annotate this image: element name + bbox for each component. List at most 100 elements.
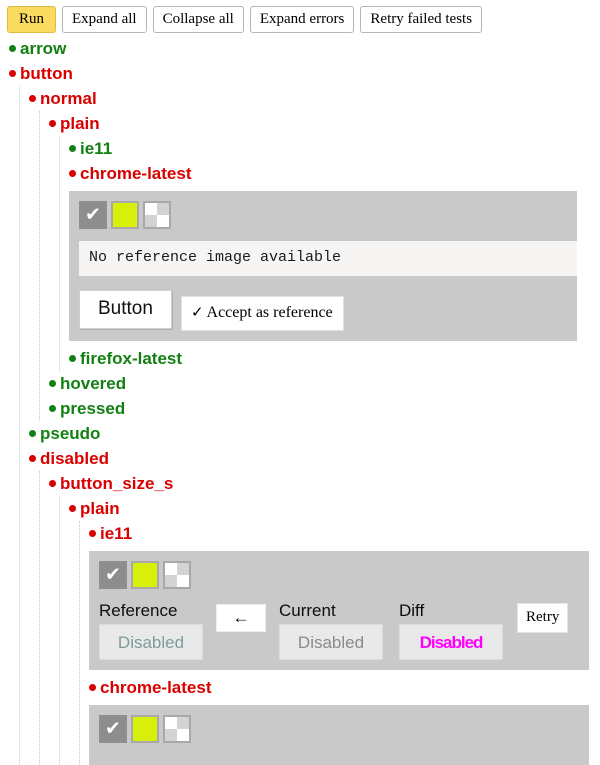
diff-column: Diff Disabled	[399, 601, 503, 660]
tree-node-firefox-latest: firefox-latest	[60, 346, 600, 371]
tree-item-label: plain	[80, 499, 120, 518]
tree-item-plain-2[interactable]: plain	[60, 496, 600, 521]
check-icon: ✔	[105, 564, 121, 586]
tree-item-hovered[interactable]: hovered	[40, 371, 600, 396]
tree-item-chrome-latest-2[interactable]: chrome-latest	[80, 675, 600, 700]
children-of-button: normal plain ie11 chrome-latest ✔ No ref…	[19, 86, 600, 765]
view-mode-toggle-group: ✔	[79, 201, 577, 229]
tree-node-ie11: ie11	[60, 136, 600, 161]
show-current-mode-button[interactable]	[131, 561, 159, 589]
tree-item-chrome-latest[interactable]: chrome-latest	[60, 161, 600, 186]
status-dot-pass-icon	[9, 45, 16, 53]
status-dot-fail-icon	[49, 120, 56, 128]
show-current-mode-button[interactable]	[111, 201, 139, 229]
expand-errors-button[interactable]: Expand errors	[249, 6, 355, 33]
show-reference-mode-button[interactable]: ✔	[99, 715, 127, 743]
comparison-row: Reference Disabled ← Current Disabled Di…	[99, 601, 589, 660]
view-mode-toggle-group: ✔	[99, 561, 589, 589]
tree-item-plain[interactable]: plain	[40, 111, 600, 136]
tree-item-pseudo[interactable]: pseudo	[20, 421, 600, 446]
copy-current-to-reference-button[interactable]: ←	[216, 604, 266, 632]
tree-item-button-size-s[interactable]: button_size_s	[40, 471, 600, 496]
diff-heading: Diff	[399, 601, 425, 620]
children-of-button-size-s: plain ie11 ✔ Reference Disabled ← Curren…	[59, 496, 600, 765]
children-of-disabled: button_size_s plain ie11 ✔ Reference Dis…	[39, 471, 600, 765]
retry-failed-tests-button[interactable]: Retry failed tests	[360, 6, 483, 33]
status-dot-fail-icon	[69, 505, 76, 513]
children-of-plain-2: ie11 ✔ Reference Disabled ← Current Disa…	[79, 521, 600, 765]
accept-as-reference-button[interactable]: ✓ Accept as reference	[180, 296, 344, 331]
tree-item-ie11[interactable]: ie11	[60, 136, 600, 161]
reference-heading: Reference	[99, 601, 178, 620]
show-diff-mode-button[interactable]	[163, 561, 191, 589]
status-dot-pass-icon	[29, 430, 36, 438]
check-icon: ✔	[105, 718, 121, 740]
arrow-left-icon: ←	[232, 608, 250, 627]
toolbar: Run Expand all Collapse all Expand error…	[0, 0, 600, 36]
tree-node-button-size-s: button_size_s plain ie11 ✔ Reference Dis…	[40, 471, 600, 765]
diff-image: Disabled	[399, 624, 503, 660]
status-dot-pass-icon	[69, 355, 76, 363]
tree-node-disabled: disabled button_size_s plain ie11 ✔ Refe…	[20, 446, 600, 765]
run-button[interactable]: Run	[7, 6, 57, 33]
show-reference-mode-button[interactable]: ✔	[99, 561, 127, 589]
tree-item-arrow[interactable]: arrow	[0, 36, 600, 61]
show-diff-mode-button[interactable]	[143, 201, 171, 229]
tree-item-label: plain	[60, 114, 100, 133]
status-dot-fail-icon	[89, 684, 96, 692]
tree-item-label: chrome-latest	[100, 678, 212, 697]
expand-all-button[interactable]: Expand all	[62, 6, 147, 33]
retry-button[interactable]: Retry	[517, 603, 569, 633]
view-mode-toggle-group: ✔	[99, 715, 589, 743]
status-dot-fail-icon	[9, 70, 16, 78]
tree-node-plain-2: plain ie11 ✔ Reference Disabled ← Curren…	[60, 496, 600, 765]
no-reference-message: No reference image available	[79, 241, 577, 276]
tree-item-label: firefox-latest	[80, 349, 183, 368]
tree-item-label: ie11	[80, 139, 113, 158]
status-dot-fail-icon	[29, 455, 36, 463]
tree-item-firefox-latest[interactable]: firefox-latest	[60, 346, 600, 371]
reference-column: Reference Disabled	[99, 601, 203, 660]
reference-image: Disabled	[99, 624, 203, 660]
children-of-normal: plain ie11 chrome-latest ✔ No reference …	[39, 111, 600, 421]
panel-actions: Button ✓ Accept as reference	[79, 290, 577, 331]
test-result-panel-clipped: ✔	[89, 705, 589, 765]
tree-node-chrome-latest: chrome-latest ✔ No reference image avail…	[60, 161, 600, 341]
collapse-all-button[interactable]: Collapse all	[152, 6, 244, 33]
status-dot-fail-icon	[29, 95, 36, 103]
tree-item-label: pressed	[60, 399, 126, 418]
status-dot-pass-icon	[49, 405, 56, 413]
tree-item-label: arrow	[20, 39, 67, 58]
tree-item-label: disabled	[40, 449, 109, 468]
accept-as-reference-label: Accept as reference	[206, 304, 333, 321]
tree-item-normal[interactable]: normal	[20, 86, 600, 111]
show-reference-mode-button[interactable]: ✔	[79, 201, 107, 229]
sample-button[interactable]: Button	[79, 290, 172, 329]
status-dot-fail-icon	[89, 530, 96, 538]
tree-node-plain: plain ie11 chrome-latest ✔ No reference …	[40, 111, 600, 371]
tree-item-label: normal	[40, 89, 97, 108]
tree-item-label: button_size_s	[60, 474, 174, 493]
check-icon: ✔	[85, 204, 101, 226]
tree-item-label: pseudo	[40, 424, 101, 443]
tree-node-ie11-2: ie11 ✔ Reference Disabled ← Current Disa…	[80, 521, 600, 670]
tree-node-hovered: hovered	[40, 371, 600, 396]
tree-item-disabled[interactable]: disabled	[20, 446, 600, 471]
tree-node-chrome-latest-2: chrome-latest ✔	[80, 675, 600, 765]
show-current-mode-button[interactable]	[131, 715, 159, 743]
tree-item-button[interactable]: button	[0, 61, 600, 86]
test-tree: arrow button normal plain ie11 chrome-la…	[0, 36, 600, 765]
tree-node-normal: normal plain ie11 chrome-latest ✔ No ref…	[20, 86, 600, 421]
status-dot-pass-icon	[49, 380, 56, 388]
show-diff-mode-button[interactable]	[163, 715, 191, 743]
tree-item-pressed[interactable]: pressed	[40, 396, 600, 421]
tree-item-ie11-2[interactable]: ie11	[80, 521, 600, 546]
children-of-plain: ie11 chrome-latest ✔ No reference image …	[59, 136, 600, 371]
current-heading: Current	[279, 601, 336, 620]
tree-node-pseudo: pseudo	[20, 421, 600, 446]
status-dot-pass-icon	[69, 145, 76, 153]
test-result-panel-diff: ✔ Reference Disabled ← Current Disabled …	[89, 551, 589, 670]
tree-item-label: chrome-latest	[80, 164, 192, 183]
tree-item-label: ie11	[100, 524, 133, 543]
status-dot-fail-icon	[49, 480, 56, 488]
